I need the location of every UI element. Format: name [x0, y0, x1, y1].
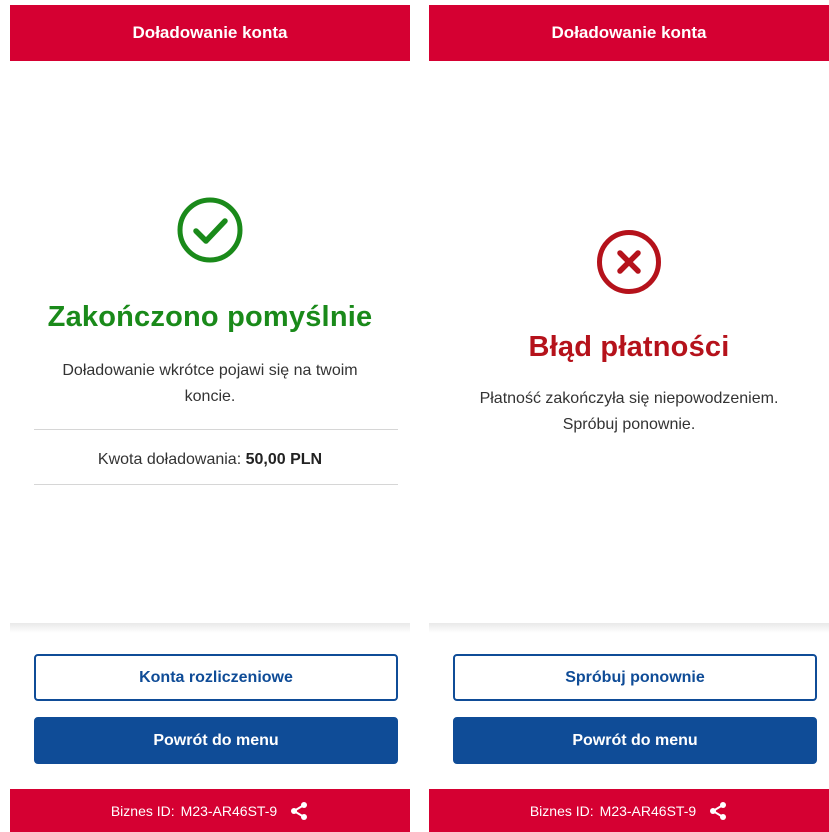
business-id-label: Biznes ID: [110, 802, 175, 819]
divider [34, 429, 398, 430]
share-icon[interactable] [289, 801, 309, 821]
status-title: Zakończono pomyślnie [47, 301, 373, 333]
amount-label: Kwota doładowania: [97, 451, 242, 468]
share-icon[interactable] [708, 801, 728, 821]
business-id-label: Biznes ID: [529, 802, 594, 819]
header-title: Doładowanie konta [132, 23, 288, 42]
billing-accounts-button-label: Konta rozliczeniowe [139, 668, 293, 686]
success-screen: Doładowanie konta Zakończono pomyślnie D… [10, 5, 410, 832]
status-title: Błąd płatności [528, 331, 730, 363]
business-id-value: M23-AR46ST-9 [180, 802, 278, 819]
business-id-bar: Biznes ID: M23-AR46ST-9 [10, 789, 410, 832]
back-to-menu-button[interactable]: Powrót do menu [34, 717, 398, 764]
status-description: Doładowanie wkrótce pojawi się na twoim … [62, 362, 358, 405]
back-to-menu-button[interactable]: Powrót do menu [453, 717, 817, 764]
error-screen: Doładowanie konta Błąd płatności Płatnoś… [429, 5, 829, 832]
retry-button[interactable]: Spróbuj ponownie [453, 654, 817, 701]
business-id-value: M23-AR46ST-9 [599, 802, 697, 819]
footer-shadow [429, 623, 829, 633]
back-to-menu-button-label: Powrót do menu [572, 731, 698, 749]
header-bar: Doładowanie konta [429, 5, 829, 61]
amount-value: 50,00 PLN [245, 451, 323, 468]
status-description: Płatność zakończyła się niepowodzeniem. … [479, 390, 779, 433]
amount-row: Kwota doładowania: 50,00 PLN [10, 451, 410, 469]
footer-shadow [10, 623, 410, 633]
divider [34, 484, 398, 485]
retry-button-label: Spróbuj ponownie [565, 668, 705, 686]
back-to-menu-button-label: Powrót do menu [153, 731, 279, 749]
check-circle-icon [175, 195, 245, 265]
billing-accounts-button[interactable]: Konta rozliczeniowe [34, 654, 398, 701]
business-id-bar: Biznes ID: M23-AR46ST-9 [429, 789, 829, 832]
x-circle-icon [595, 228, 663, 296]
header-title: Doładowanie konta [551, 23, 707, 42]
header-bar: Doładowanie konta [10, 5, 410, 61]
